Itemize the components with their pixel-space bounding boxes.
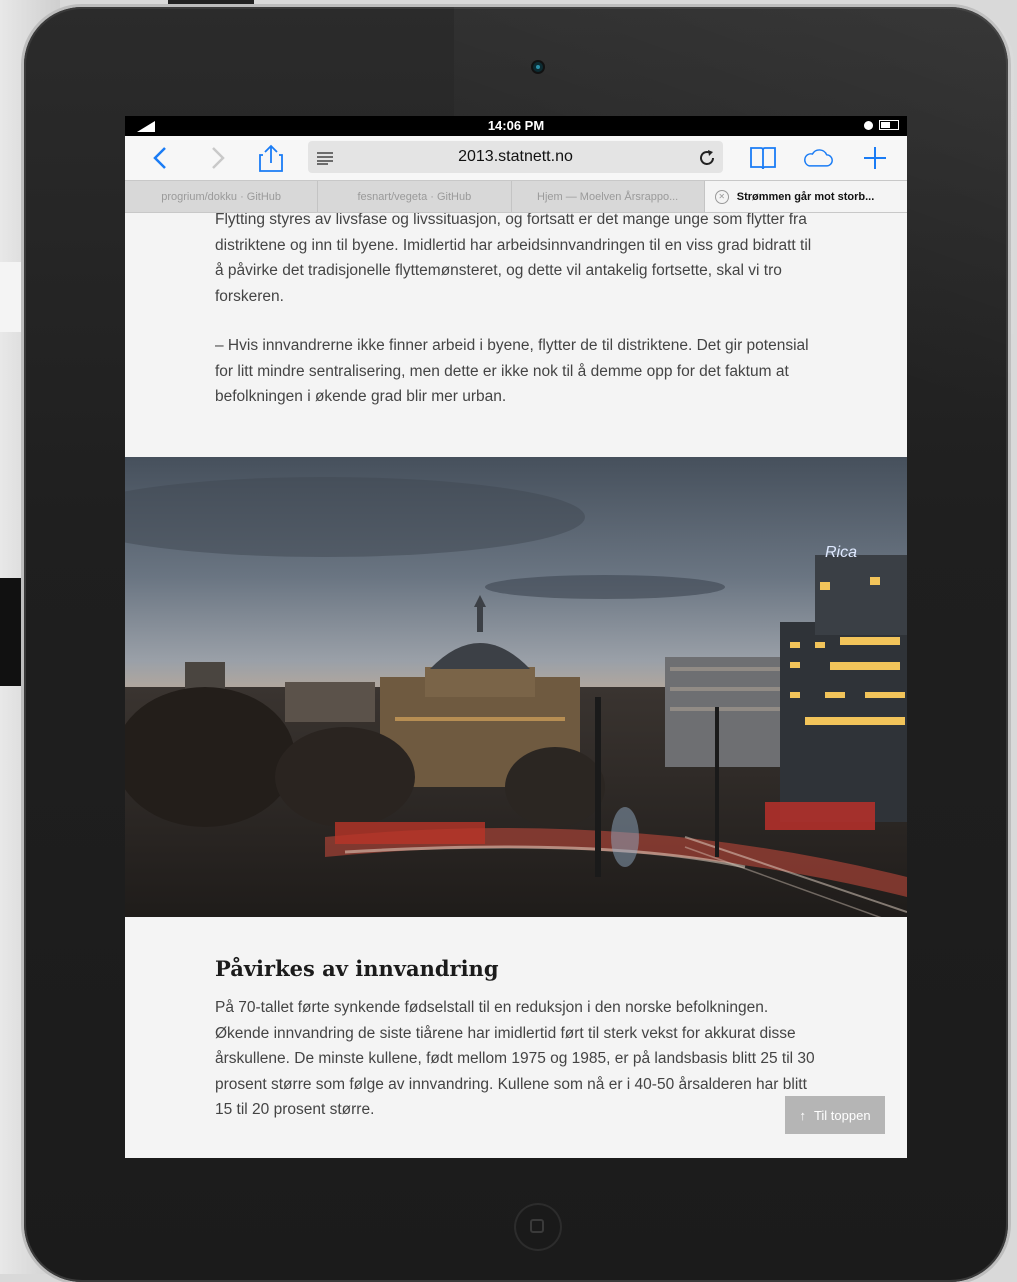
status-bar: 14:06 PM [125,116,907,136]
icloud-tabs-icon[interactable] [803,143,833,173]
tab-label: Strømmen går mot storb... [736,190,875,203]
tab-vegeta[interactable]: fesnart/vegeta · GitHub [318,181,512,212]
background-block [0,578,22,686]
reader-icon[interactable] [310,143,340,173]
article-heading: Påvirkes av innvandring [215,956,499,981]
screen: 14:06 PM 2013.statnett.no progrium/dokku… [125,116,907,1158]
article-paragraph: Flytting styres av livsfase og livssitua… [215,213,812,305]
tab-bar: progrium/dokku · GitHub fesnart/vegeta ·… [125,180,907,213]
address-bar[interactable]: 2013.statnett.no [308,141,723,173]
new-tab-icon[interactable] [860,143,890,173]
status-right [864,120,899,130]
city-night-photo: Rica [125,457,907,917]
alarm-icon [864,120,873,130]
status-time: 14:06 PM [487,118,545,133]
tab-label: progrium/dokku · GitHub [161,190,282,203]
bookmarks-icon[interactable] [748,143,778,173]
share-icon[interactable] [256,143,286,173]
forward-chevron-icon[interactable] [203,143,233,173]
back-to-top-label: Til toppen [813,1107,871,1123]
hotel-sign: Rica [825,544,857,561]
article-photo: Rica [125,457,907,917]
home-button[interactable] [514,1203,562,1251]
battery-icon [879,120,899,130]
tab-label: fesnart/vegeta · GitHub [357,190,472,203]
browser-toolbar: 2013.statnett.no [125,136,907,180]
tab-dokku[interactable]: progrium/dokku · GitHub [125,181,319,212]
tab-statnett-active[interactable]: ✕ Strømmen går mot storb... [704,181,907,212]
article-content: Flytting styres av livsfase og livssitua… [125,213,907,1158]
back-to-top-button[interactable]: ↑ Til toppen [785,1096,885,1134]
url-text: 2013.statnett.no [458,148,573,165]
tab-moelven[interactable]: Hjem — Moelven Årsrappo... [512,181,705,212]
tab-label: Hjem — Moelven Årsrappo... [537,190,679,203]
back-chevron-icon[interactable] [145,143,175,173]
front-camera [533,62,543,72]
close-icon[interactable]: ✕ [714,189,729,204]
reload-icon[interactable] [692,143,722,173]
article-paragraph: – Hvis innvandrerne ikke finner arbeid i… [215,337,809,405]
article-paragraph: På 70-tallet førte synkende fødselstall … [215,999,815,1118]
background-tab [168,0,254,5]
arrow-up-icon: ↑ [799,1107,806,1123]
